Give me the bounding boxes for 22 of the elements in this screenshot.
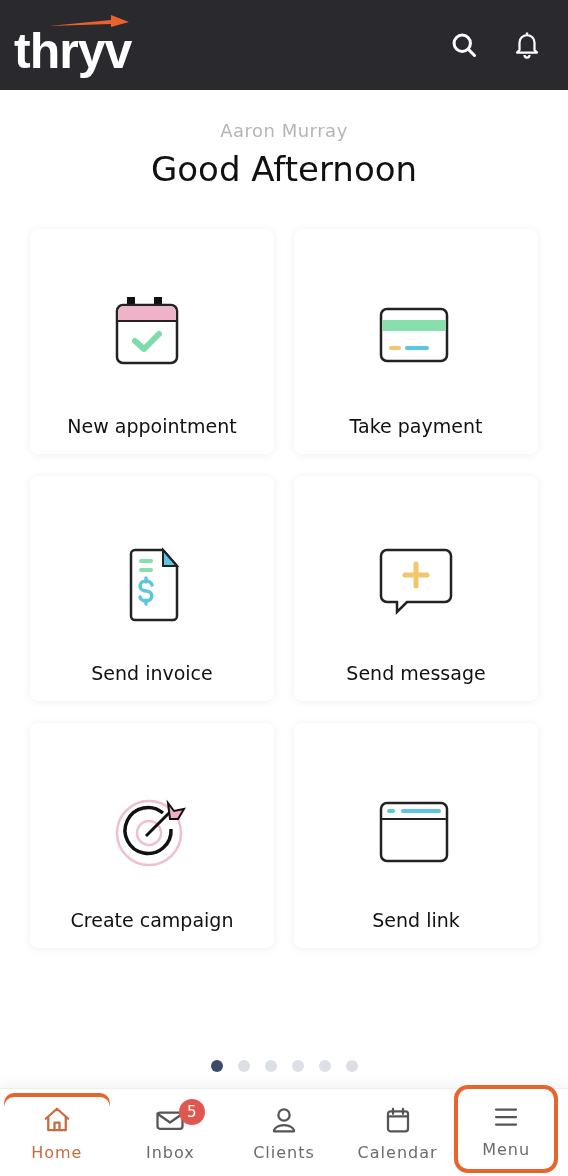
- nav-tab[interactable]: Menu: [454, 1085, 558, 1173]
- user-name: Aaron Murray: [220, 120, 348, 141]
- action-card[interactable]: Take payment: [294, 229, 538, 454]
- unread-count: 5: [178, 1099, 205, 1125]
- action-card[interactable]: Send link: [294, 723, 538, 948]
- nav-tab[interactable]: Clients: [227, 1089, 341, 1176]
- action-card[interactable]: Send message: [294, 476, 538, 701]
- page-dot[interactable]: [264, 1060, 277, 1072]
- greeting: Good Afternoon: [150, 149, 418, 189]
- nav-tab[interactable]: Home: [0, 1089, 114, 1176]
- action-card[interactable]: Send invoice: [30, 476, 274, 701]
- nav-tab[interactable]: 5 Inbox: [113, 1089, 228, 1176]
- action-card[interactable]: Create campaign: [30, 723, 274, 948]
- nav-tab[interactable]: Calendar: [340, 1089, 455, 1176]
- page-dot[interactable]: [318, 1060, 331, 1072]
- search-icon[interactable]: [450, 31, 478, 59]
- page-dot[interactable]: [210, 1060, 223, 1072]
- page-dot[interactable]: [345, 1060, 358, 1072]
- page-dot[interactable]: [237, 1060, 250, 1072]
- logo: thryv: [14, 28, 132, 76]
- action-card[interactable]: New appointment: [30, 229, 274, 454]
- page-dot[interactable]: [291, 1060, 304, 1072]
